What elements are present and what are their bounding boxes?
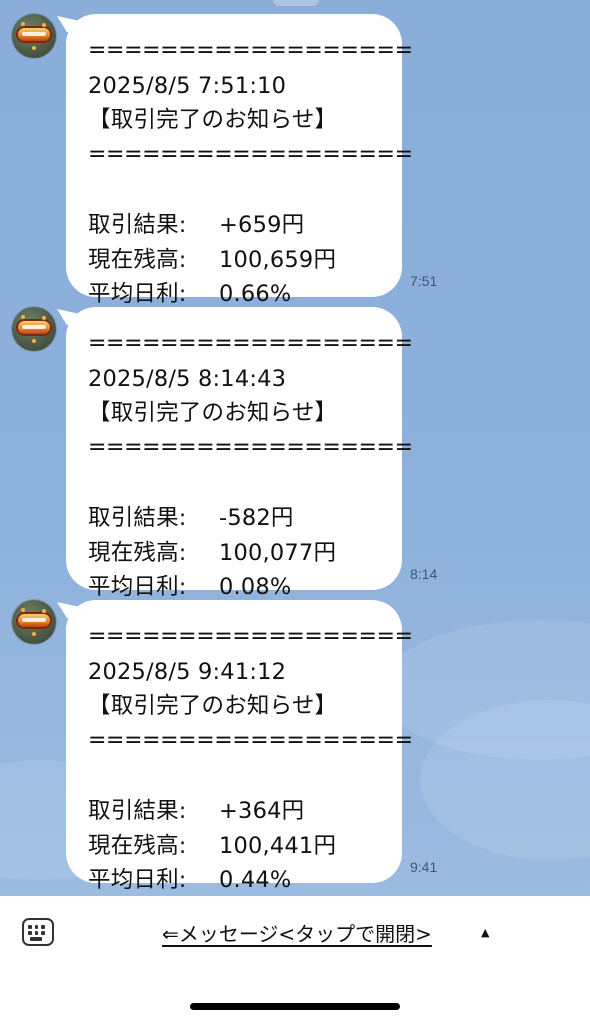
home-indicator[interactable] [190,1003,400,1010]
balance-label: 現在残高: [88,539,187,566]
separator-line: ================== [88,727,413,753]
message-bubble[interactable]: ================== 2025/8/5 9:41:12 【取引完… [57,600,413,893]
separator-line: ================== [88,141,413,167]
message-timestamp: 8:14 [410,566,438,582]
result-value: +659円 [219,212,305,238]
message-datetime: 2025/8/5 7:51:10 [88,72,287,99]
daily-rate-row: 平均日利: 0.44% [88,863,402,896]
message-datetime: 2025/8/5 8:14:43 [88,365,287,392]
balance-label: 現在残高: [88,246,187,273]
daily-rate-value: 0.44% [219,867,292,893]
keyboard-icon[interactable] [22,918,54,946]
balance-row: 現在残高: 100,441円 [88,829,402,864]
avatar[interactable] [12,14,56,58]
balance-row: 現在残高: 100,659円 [88,243,402,278]
result-value: -582円 [219,505,294,531]
message-bubble[interactable]: ================== 2025/8/5 8:14:43 【取引完… [57,307,413,600]
separator-line: ================== [88,38,413,63]
previous-message-edge [273,0,319,6]
balance-value: 100,077円 [219,539,337,566]
chat-area[interactable]: ================== 2025/8/5 7:51:10 【取引完… [0,0,590,896]
result-value: +364円 [219,798,305,824]
result-label: 取引結果: [88,212,187,238]
menu-expand-arrow-icon[interactable]: ▲ [481,926,489,939]
daily-rate-label: 平均日利: [88,867,187,893]
message-datetime: 2025/8/5 9:41:12 [88,658,287,685]
result-row: 取引結果: +659円 [88,208,402,243]
separator-line: ================== [88,434,413,460]
separator-line: ================== [88,624,413,649]
message-timestamp: 9:41 [410,859,438,875]
balance-label: 現在残高: [88,832,187,859]
result-label: 取引結果: [88,505,187,531]
rich-menu-toggle[interactable]: ⇐メッセージ<タップで開閉> [162,920,432,948]
balance-row: 現在残高: 100,077円 [88,536,402,571]
balance-value: 100,659円 [219,246,337,273]
message-title: 【取引完了のお知らせ】 [88,400,338,426]
avatar[interactable] [12,307,56,351]
message-title: 【取引完了のお知らせ】 [88,693,338,719]
message-bubble[interactable]: ================== 2025/8/5 7:51:10 【取引完… [57,14,413,307]
balance-value: 100,441円 [219,832,337,859]
message-timestamp: 7:51 [410,273,438,289]
result-row: 取引結果: +364円 [88,794,402,829]
separator-line: ================== [88,331,413,356]
result-label: 取引結果: [88,798,187,824]
result-row: 取引結果: -582円 [88,501,402,536]
message-title: 【取引完了のお知らせ】 [88,107,338,133]
avatar[interactable] [12,600,56,644]
